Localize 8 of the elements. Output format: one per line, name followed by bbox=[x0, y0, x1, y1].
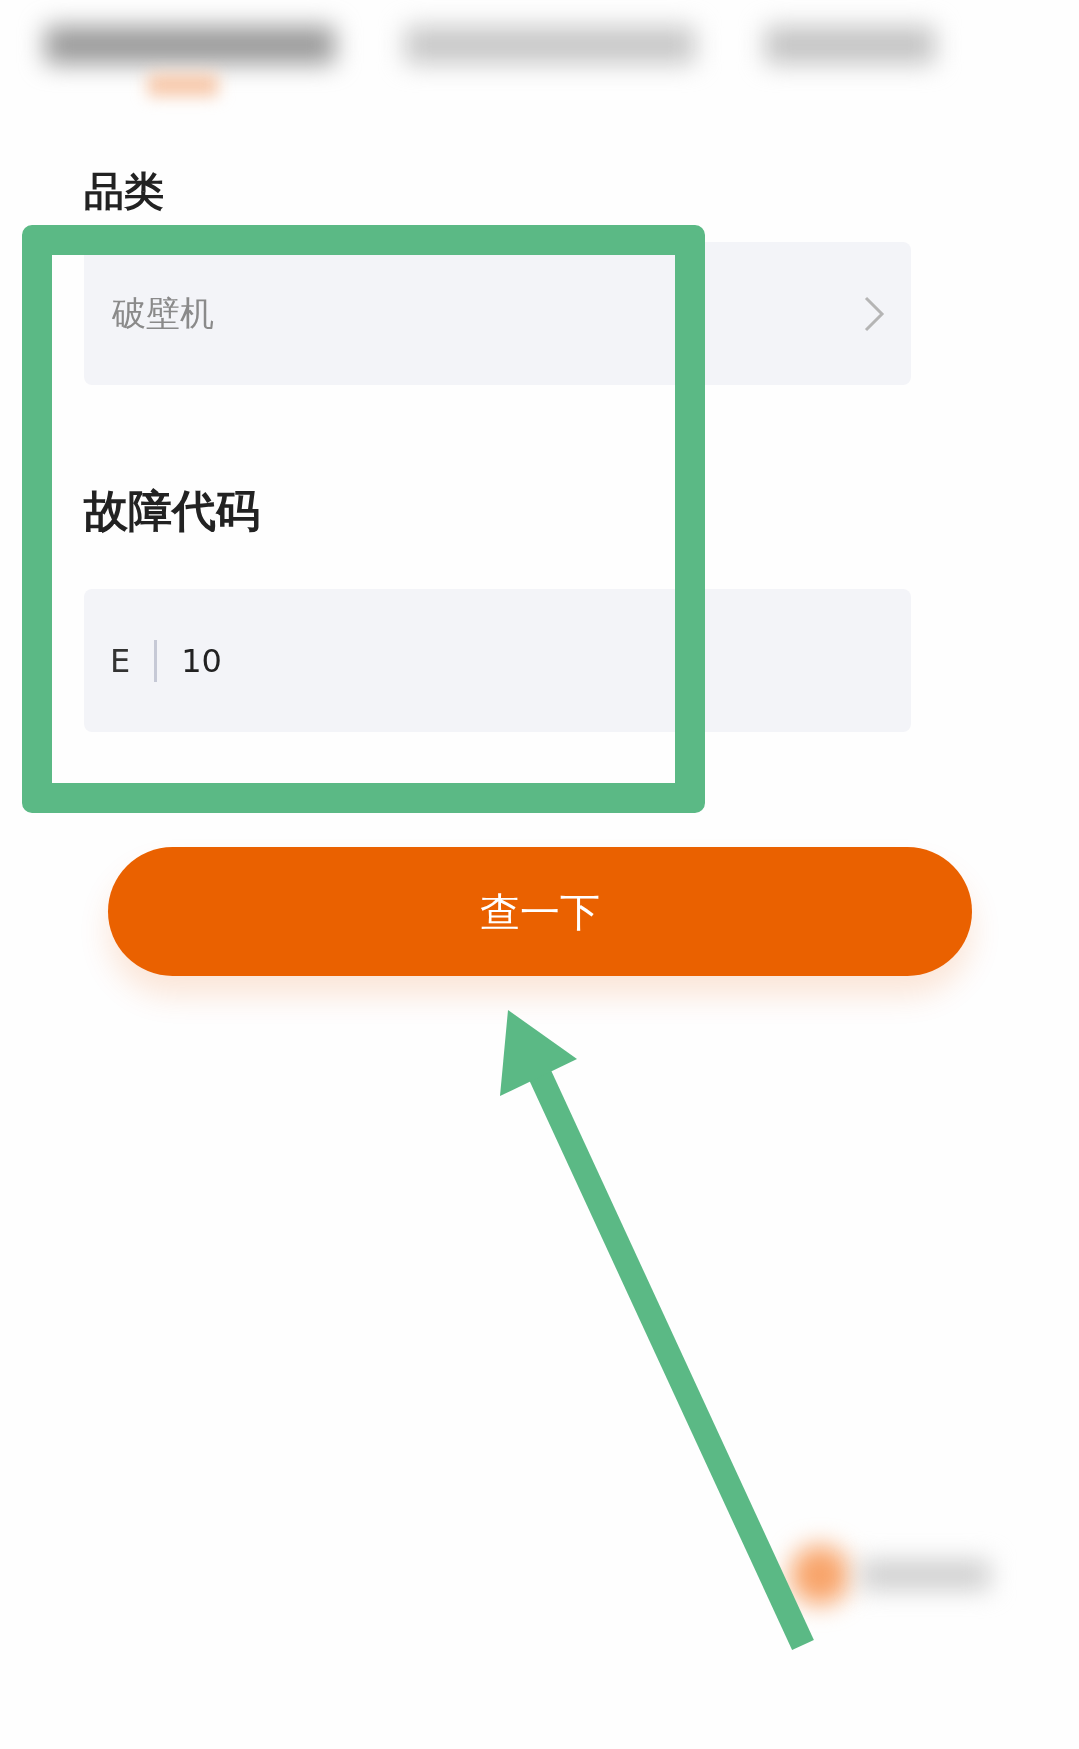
blurred-badge bbox=[790, 1545, 850, 1605]
query-button[interactable]: 查一下 bbox=[108, 847, 972, 976]
chevron-right-icon bbox=[863, 294, 885, 333]
blurred-tab[interactable] bbox=[45, 26, 335, 64]
fault-code-field[interactable]: E 10 bbox=[84, 589, 911, 732]
tab-indicator bbox=[148, 74, 218, 96]
section-heading: 故障代码 bbox=[84, 484, 261, 538]
section-heading: 品类 bbox=[84, 167, 165, 216]
